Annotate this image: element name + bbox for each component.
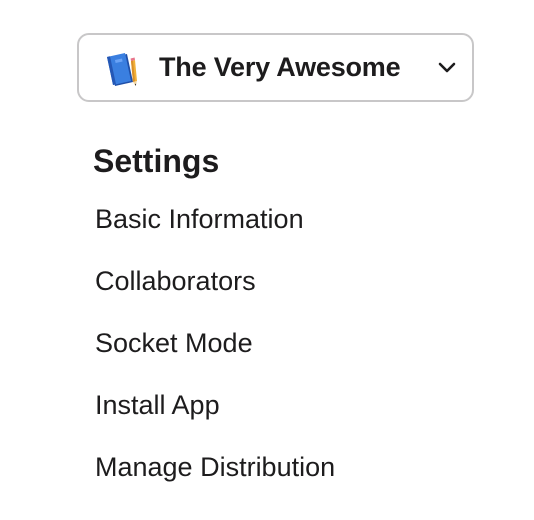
app-selector-dropdown[interactable]: The Very Awesome xyxy=(77,33,474,102)
settings-heading: Settings xyxy=(93,143,220,179)
nav-item-manage-distribution[interactable]: Manage Distribution xyxy=(95,449,335,485)
nav-item-basic-information[interactable]: Basic Information xyxy=(95,201,304,237)
app-name: The Very Awesome xyxy=(159,52,401,82)
notebook-icon xyxy=(103,51,143,89)
nav-item-install-app[interactable]: Install App xyxy=(95,387,220,423)
app-name-container: The Very Awesome xyxy=(159,35,401,100)
chevron-down-icon[interactable] xyxy=(437,60,457,76)
nav-item-collaborators[interactable]: Collaborators xyxy=(95,263,256,299)
nav-item-socket-mode[interactable]: Socket Mode xyxy=(95,325,253,361)
